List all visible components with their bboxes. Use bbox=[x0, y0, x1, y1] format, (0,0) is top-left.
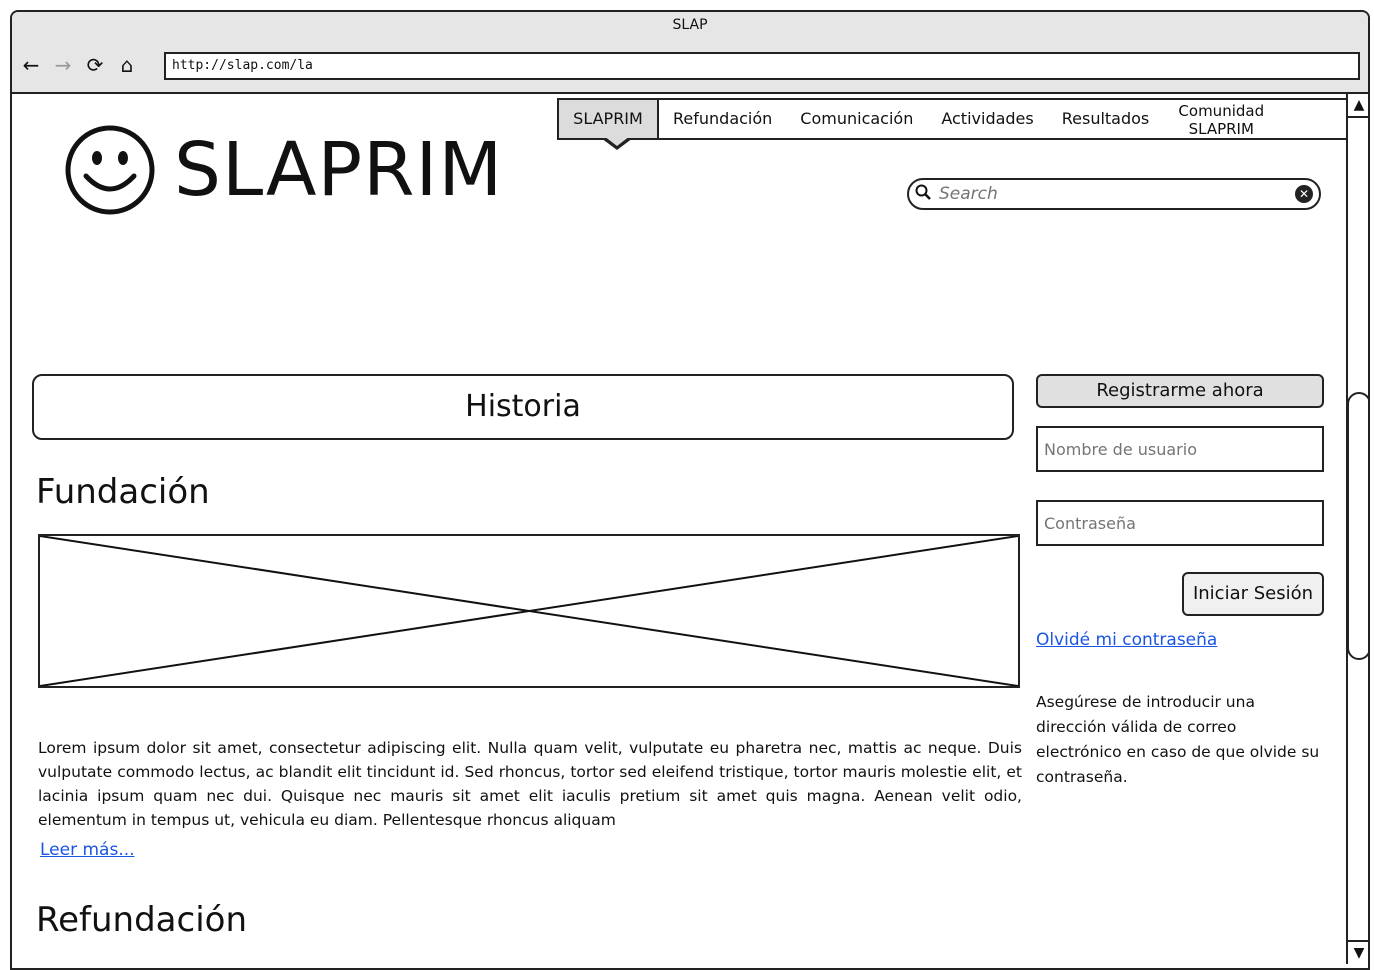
search-input[interactable] bbox=[937, 183, 1295, 205]
heading-fundacion: Fundación bbox=[36, 472, 210, 512]
nav-item-label: SLAPRIM bbox=[573, 109, 643, 128]
page-content: SLAPRIM SLAPRIM Refundación Comunicación… bbox=[12, 94, 1347, 964]
logo-text: SLAPRIM bbox=[174, 127, 504, 213]
address-bar[interactable]: http://slap.com/la bbox=[164, 52, 1360, 80]
active-caret-icon bbox=[601, 136, 633, 150]
nav-item-label-line2: SLAPRIM bbox=[1188, 120, 1254, 138]
nav-item-actividades[interactable]: Actividades bbox=[927, 100, 1047, 138]
vertical-scrollbar[interactable]: ▲ ▼ bbox=[1346, 94, 1368, 964]
heading-refundacion: Refundación bbox=[36, 900, 247, 940]
forgot-password-link[interactable]: Olvidé mi contraseña bbox=[1036, 630, 1217, 650]
search-icon bbox=[915, 184, 931, 205]
register-button[interactable]: Registrarme ahora bbox=[1036, 374, 1324, 408]
home-icon[interactable]: ⌂ bbox=[116, 54, 138, 76]
nav-item-resultados[interactable]: Resultados bbox=[1048, 100, 1164, 138]
smiley-face-icon bbox=[64, 124, 156, 216]
login-button[interactable]: Iniciar Sesión bbox=[1182, 572, 1324, 616]
scroll-down-icon[interactable]: ▼ bbox=[1348, 940, 1368, 964]
nav-item-label-line1: Comunidad bbox=[1178, 102, 1265, 120]
site-logo[interactable]: SLAPRIM bbox=[64, 124, 503, 216]
scroll-up-icon[interactable]: ▲ bbox=[1348, 94, 1368, 118]
search-box: ✕ bbox=[907, 178, 1321, 210]
browser-window: SLAP ← → ⟳ ⌂ http://slap.com/la SLAPRIM … bbox=[10, 10, 1370, 970]
read-more-link[interactable]: Leer más... bbox=[40, 840, 135, 860]
nav-item-comunicacion[interactable]: Comunicación bbox=[786, 100, 927, 138]
password-field[interactable] bbox=[1036, 500, 1324, 546]
username-field[interactable] bbox=[1036, 426, 1324, 472]
help-note: Asegúrese de introducir una dirección vá… bbox=[1036, 693, 1320, 786]
nav-item-comunidad-slaprim[interactable]: Comunidad SLAPRIM bbox=[1163, 100, 1279, 138]
section-title-box: Historia bbox=[32, 374, 1014, 440]
top-navigation: SLAPRIM Refundación Comunicación Activid… bbox=[557, 98, 1347, 150]
nav-item-slaprim[interactable]: SLAPRIM bbox=[557, 100, 659, 150]
browser-titlebar: SLAP ← → ⟳ ⌂ http://slap.com/la bbox=[12, 12, 1368, 94]
body-paragraph: Lorem ipsum dolor sit amet, consectetur … bbox=[38, 739, 1022, 829]
back-arrow-icon[interactable]: ← bbox=[20, 54, 42, 76]
clear-icon[interactable]: ✕ bbox=[1295, 185, 1313, 203]
nav-item-refundacion[interactable]: Refundación bbox=[659, 100, 786, 138]
browser-nav-controls: ← → ⟳ ⌂ bbox=[20, 54, 138, 76]
scrollbar-thumb[interactable] bbox=[1347, 392, 1368, 660]
image-placeholder bbox=[38, 534, 1020, 688]
reload-icon[interactable]: ⟳ bbox=[84, 54, 106, 76]
forward-arrow-icon[interactable]: → bbox=[52, 54, 74, 76]
window-title: SLAP bbox=[672, 17, 708, 33]
